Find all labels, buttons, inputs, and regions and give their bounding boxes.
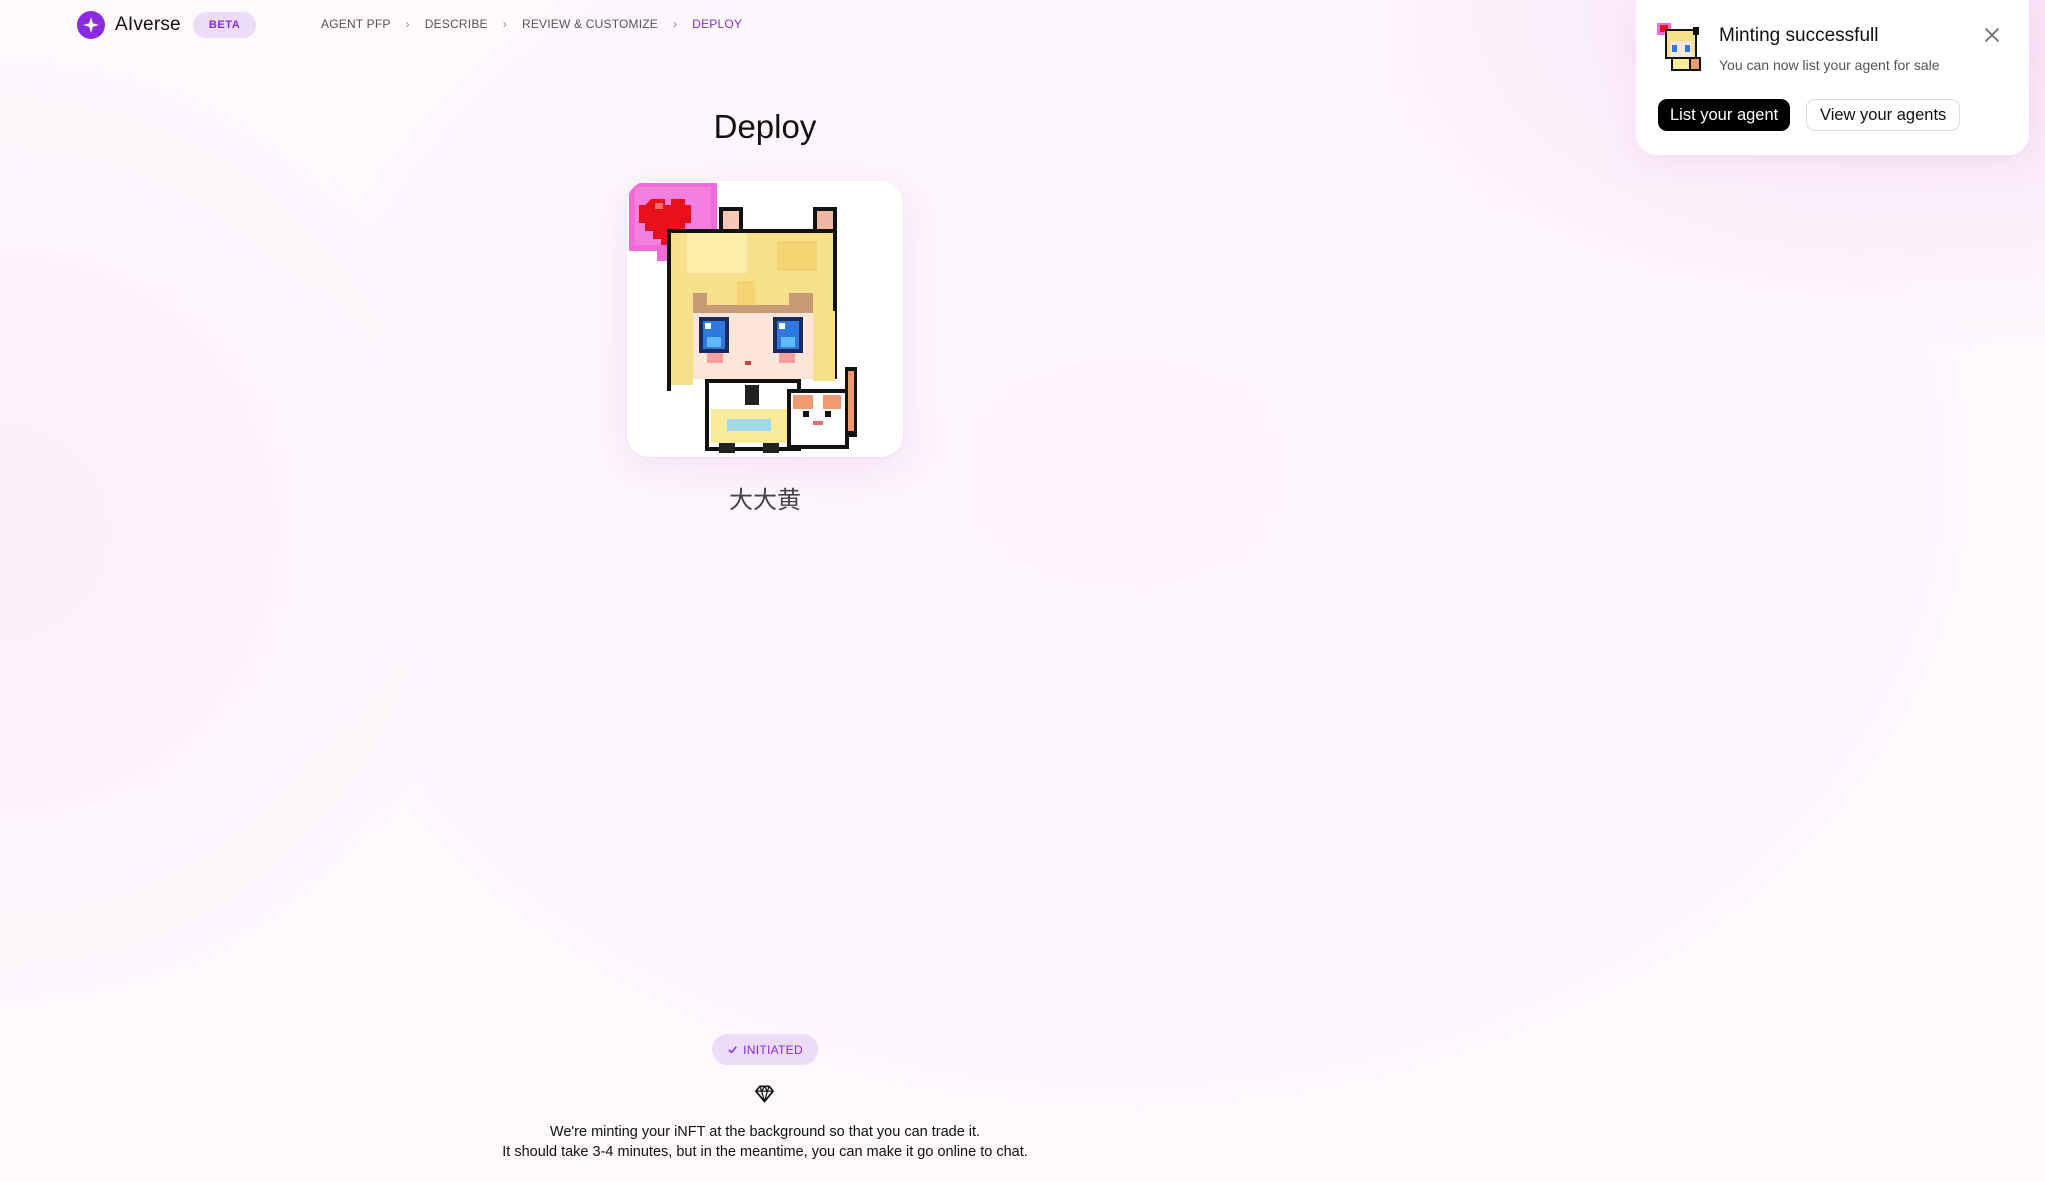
chevron-right-icon: ›: [405, 17, 410, 31]
minting-info-line-1: We're minting your iNFT at the backgroun…: [549, 1124, 981, 1140]
beta-badge: BETA: [192, 12, 257, 38]
brand-logo[interactable]: AIverse BETA: [77, 11, 257, 39]
agent-name: 大大黄: [729, 486, 801, 514]
toast-title: Minting successfull: [1719, 25, 1879, 46]
toast-agent-avatar: [1657, 23, 1703, 73]
breadcrumb: AGENT PFP › DESCRIBE › REVIEW & CUSTOMIZ…: [321, 17, 742, 31]
chevron-right-icon: ›: [673, 17, 678, 31]
page-title: Deploy: [713, 108, 817, 145]
breadcrumb-describe[interactable]: DESCRIBE: [425, 17, 488, 31]
breadcrumb-agent-pfp[interactable]: AGENT PFP: [321, 17, 391, 31]
close-icon[interactable]: [1981, 24, 2003, 46]
toast-message: You can now list your agent for sale: [1719, 57, 1940, 73]
view-your-agents-button[interactable]: View your agents: [1806, 99, 1961, 131]
status-badge: INITIATED: [712, 1034, 818, 1065]
minting-success-toast: Minting successfull You can now list you…: [1636, 0, 2029, 155]
agent-avatar: [627, 181, 903, 457]
sparkle-icon: [77, 11, 105, 39]
breadcrumb-deploy[interactable]: DEPLOY: [692, 17, 742, 31]
brand-name: AIverse: [115, 14, 181, 35]
check-icon: [728, 1046, 737, 1054]
minting-info-text: We're minting your iNFT at the backgroun…: [0, 1122, 1530, 1162]
chevron-right-icon: ›: [502, 17, 507, 31]
breadcrumb-review-customize[interactable]: REVIEW & CUSTOMIZE: [522, 17, 658, 31]
diamond-icon: [755, 1085, 774, 1103]
status-label: INITIATED: [743, 1042, 803, 1057]
minting-info-line-2: It should take 3-4 minutes, but in the m…: [502, 1144, 1028, 1160]
list-your-agent-button[interactable]: List your agent: [1658, 99, 1791, 131]
